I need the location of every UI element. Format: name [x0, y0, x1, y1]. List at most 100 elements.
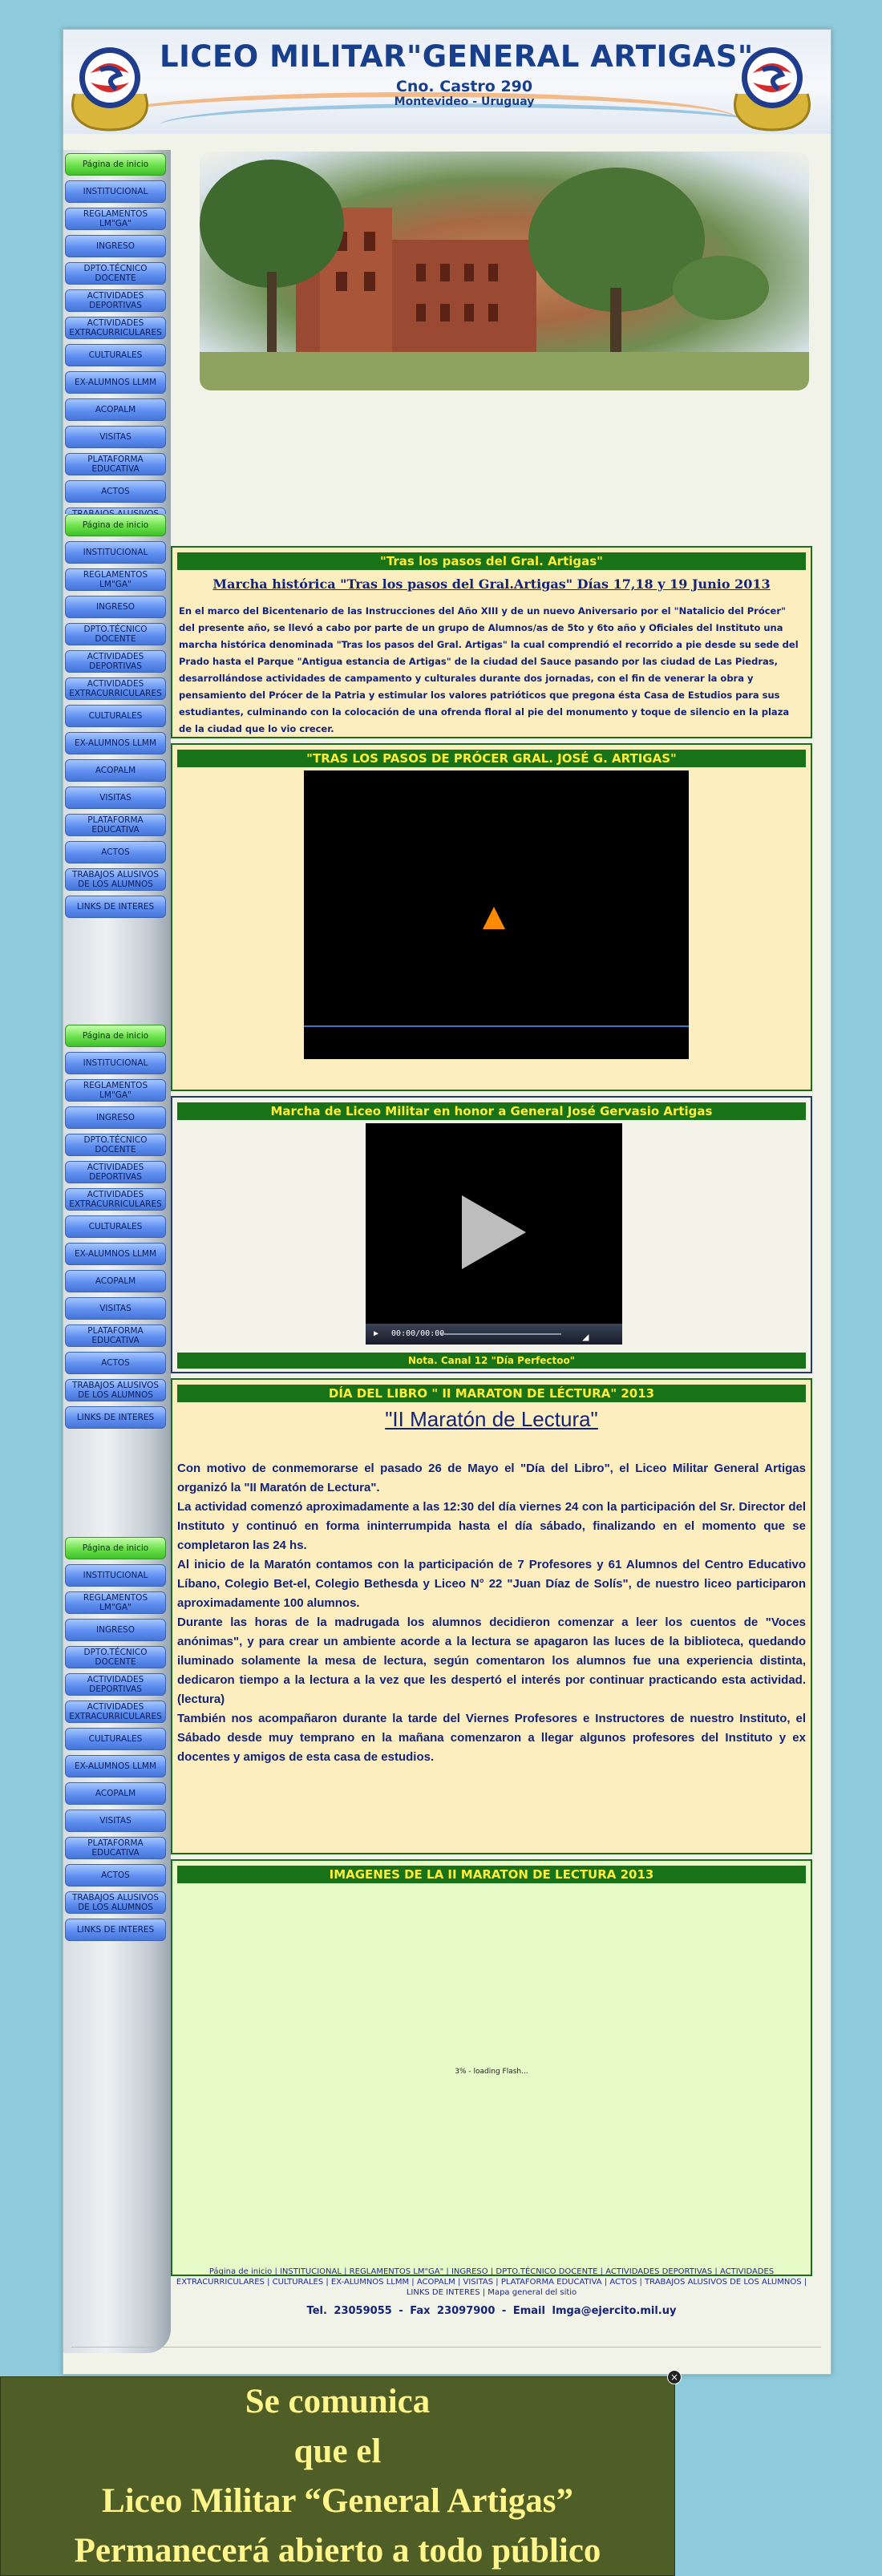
- section-bar: "Tras los pasos del Gral. Artigas": [177, 552, 806, 570]
- nav-links[interactable]: LINKS DE INTERES: [65, 1406, 166, 1429]
- nav-plataforma[interactable]: PLATAFORMA EDUCATIVA: [65, 814, 166, 836]
- nav-trabajos[interactable]: TRABAJOS ALUSIVOS DE LOS ALUMNOS: [65, 868, 166, 891]
- footer-links[interactable]: Página de inicio | INSTITUCIONAL | REGLA…: [171, 2267, 812, 2298]
- nav-reglamentos[interactable]: REGLAMENTOS LM"GA": [65, 208, 166, 230]
- nav-visitas[interactable]: VISITAS: [65, 1810, 166, 1832]
- maraton-title: "II Maratón de Lectura": [385, 1407, 598, 1431]
- nav-ingreso[interactable]: INGRESO: [65, 1106, 166, 1129]
- nav-ex-alumnos[interactable]: EX-ALUMNOS LLMM: [65, 1755, 166, 1777]
- nav-visitas[interactable]: VISITAS: [65, 787, 166, 809]
- video-time: 00:00/00:00: [391, 1329, 445, 1338]
- nav-reglamentos[interactable]: REGLAMENTOS LM"GA": [65, 568, 166, 591]
- nav-dpto-tecnico[interactable]: DPTO.TÉCNICO DOCENTE: [65, 262, 166, 285]
- address-city: Montevideo - Uruguay: [394, 95, 535, 108]
- nav-home[interactable]: Página de inicio: [65, 153, 166, 176]
- section-bar: IMAGENES DE LA II MARATON DE LECTURA 201…: [177, 1866, 806, 1883]
- close-icon[interactable]: ×: [667, 2370, 682, 2384]
- video-note: Nota. Canal 12 "Día Perfectoo": [177, 1353, 806, 1369]
- nav-culturales[interactable]: CULTURALES: [65, 1215, 166, 1238]
- flash-loading-text: 3% - loading Flash...: [455, 2068, 528, 2076]
- hero-building-image: [200, 152, 809, 390]
- nav-acopalm[interactable]: ACOPALM: [65, 1782, 166, 1805]
- nav-plataforma[interactable]: PLATAFORMA EDUCATIVA: [65, 1324, 166, 1347]
- seek-bar[interactable]: [441, 1333, 561, 1335]
- nav-deportivas[interactable]: ACTIVIDADES DEPORTIVAS: [65, 1161, 166, 1183]
- nav-extracurriculares[interactable]: ACTIVIDADES EXTRACURRICULARES: [65, 317, 166, 339]
- nav-reglamentos[interactable]: REGLAMENTOS LM"GA": [65, 1591, 166, 1614]
- nav-institucional[interactable]: INSTITUCIONAL: [65, 1052, 166, 1074]
- nav-home[interactable]: Página de inicio: [65, 1025, 166, 1047]
- nav-trabajos[interactable]: TRABAJOS ALUSIVOS DE LOS ALUMNOS: [65, 1379, 166, 1401]
- nav-actos[interactable]: ACTOS: [65, 1352, 166, 1374]
- nav-ex-alumnos[interactable]: EX-ALUMNOS LLMM: [65, 732, 166, 754]
- section-maraton: DÍA DEL LIBRO " II MARATON DE LÉCTURA" 2…: [171, 1378, 812, 1854]
- nav-institucional[interactable]: INSTITUCIONAL: [65, 1564, 166, 1587]
- nav-links[interactable]: LINKS DE INTERES: [65, 1919, 166, 1941]
- section-video-pasos: "TRAS LOS PASOS DE PRÓCER GRAL. JOSÉ G. …: [171, 743, 812, 1091]
- nav-dpto-tecnico[interactable]: DPTO.TÉCNICO DOCENTE: [65, 1646, 166, 1668]
- nav-deportivas[interactable]: ACTIVIDADES DEPORTIVAS: [65, 289, 166, 312]
- nav-actos[interactable]: ACTOS: [65, 841, 166, 863]
- nav-culturales[interactable]: CULTURALES: [65, 705, 166, 727]
- nav-plataforma[interactable]: PLATAFORMA EDUCATIVA: [65, 453, 166, 475]
- nav-menu-3: Página de inicio INSTITUCIONAL REGLAMENT…: [65, 1025, 169, 1434]
- nav-home[interactable]: Página de inicio: [65, 514, 166, 536]
- nav-actos[interactable]: ACTOS: [65, 480, 166, 503]
- nav-institucional[interactable]: INSTITUCIONAL: [65, 541, 166, 564]
- announcement-line: que el: [293, 2432, 382, 2470]
- page-frame: LICEO MILITAR"GENERAL ARTIGAS" Cno. Cast…: [63, 29, 831, 2375]
- section-text: En el marco del Bicentenario de las Inst…: [179, 605, 799, 734]
- nav-plataforma[interactable]: PLATAFORMA EDUCATIVA: [65, 1837, 166, 1859]
- nav-ingreso[interactable]: INGRESO: [65, 596, 166, 618]
- nav-institucional[interactable]: INSTITUCIONAL: [65, 180, 166, 203]
- nav-actos[interactable]: ACTOS: [65, 1864, 166, 1887]
- nav-acopalm[interactable]: ACOPALM: [65, 759, 166, 782]
- nav-menu-2: Página de inicio INSTITUCIONAL REGLAMENT…: [65, 514, 169, 923]
- nav-acopalm[interactable]: ACOPALM: [65, 398, 166, 421]
- play-small-icon[interactable]: ▶: [366, 1324, 386, 1345]
- maraton-paragraph: Al inicio de la Maratón contamos con la …: [177, 1558, 806, 1610]
- nav-culturales[interactable]: CULTURALES: [65, 344, 166, 366]
- footer-divider: [71, 2347, 821, 2348]
- video-controls[interactable]: [304, 1025, 689, 1059]
- video-player[interactable]: ▶ 00:00/00:00 ◢: [366, 1123, 622, 1345]
- address-street: Cno. Castro 290: [395, 78, 533, 95]
- hero-painting-icon: [200, 160, 809, 390]
- maraton-paragraph: También nos acompañaron durante la tarde…: [177, 1712, 806, 1764]
- nav-links[interactable]: LINKS DE INTERES: [65, 896, 166, 918]
- play-icon[interactable]: [462, 1195, 526, 1269]
- volume-icon[interactable]: ◢: [582, 1327, 589, 1348]
- announcement-line: Permanecerá abierto a todo público: [74, 2532, 601, 2570]
- section-subhead[interactable]: Marcha histórica "Tras los pasos del Gra…: [172, 576, 811, 592]
- site-title: LICEO MILITAR"GENERAL ARTIGAS": [160, 39, 754, 74]
- nav-acopalm[interactable]: ACOPALM: [65, 1270, 166, 1292]
- section-bar: Marcha de Liceo Militar en honor a Gener…: [177, 1102, 806, 1120]
- nav-ingreso[interactable]: INGRESO: [65, 1619, 166, 1641]
- nav-culturales[interactable]: CULTURALES: [65, 1728, 166, 1750]
- nav-ex-alumnos[interactable]: EX-ALUMNOS LLMM: [65, 1243, 166, 1265]
- maraton-paragraph: La actividad comenzó aproximadamente a l…: [177, 1500, 806, 1552]
- video-controls[interactable]: ▶ 00:00/00:00 ◢: [366, 1324, 622, 1345]
- nav-trabajos[interactable]: TRABAJOS ALUSIVOS DE LOS ALUMNOS: [65, 508, 166, 514]
- announcement-line: Se comunica: [245, 2383, 431, 2420]
- announcement-popup: Se comunica que el Liceo Militar “Genera…: [0, 2376, 675, 2576]
- site-header: LICEO MILITAR"GENERAL ARTIGAS" Cno. Cast…: [63, 30, 831, 134]
- nav-trabajos[interactable]: TRABAJOS ALUSIVOS DE LOS ALUMNOS: [65, 1891, 166, 1914]
- nav-ex-alumnos[interactable]: EX-ALUMNOS LLMM: [65, 371, 166, 394]
- nav-dpto-tecnico[interactable]: DPTO.TÉCNICO DOCENTE: [65, 1134, 166, 1156]
- section-marcha-historica: "Tras los pasos del Gral. Artigas" March…: [171, 546, 812, 738]
- nav-deportivas[interactable]: ACTIVIDADES DEPORTIVAS: [65, 650, 166, 673]
- video-player[interactable]: [304, 770, 689, 1059]
- nav-extracurriculares[interactable]: ACTIVIDADES EXTRACURRICULARES: [65, 677, 166, 700]
- nav-deportivas[interactable]: ACTIVIDADES DEPORTIVAS: [65, 1673, 166, 1696]
- nav-reglamentos[interactable]: REGLAMENTOS LM"GA": [65, 1079, 166, 1102]
- maraton-paragraph: Durante las horas de la madrugada los al…: [177, 1616, 806, 1706]
- nav-extracurriculares[interactable]: ACTIVIDADES EXTRACURRICULARES: [65, 1188, 166, 1211]
- nav-extracurriculares[interactable]: ACTIVIDADES EXTRACURRICULARES: [65, 1700, 166, 1723]
- nav-visitas[interactable]: VISITAS: [65, 1297, 166, 1320]
- nav-ingreso[interactable]: INGRESO: [65, 235, 166, 257]
- nav-home[interactable]: Página de inicio: [65, 1537, 166, 1559]
- nav-dpto-tecnico[interactable]: DPTO.TÉCNICO DOCENTE: [65, 623, 166, 645]
- announcement-line: Liceo Militar “General Artigas”: [102, 2482, 573, 2520]
- nav-visitas[interactable]: VISITAS: [65, 426, 166, 448]
